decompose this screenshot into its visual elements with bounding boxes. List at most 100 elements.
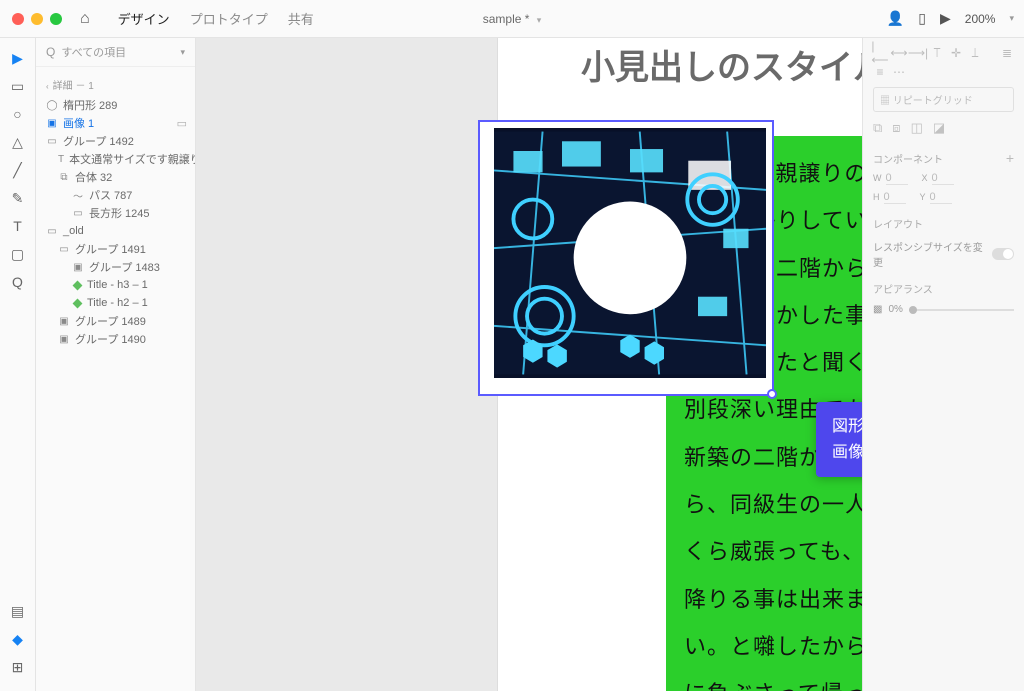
folder-icon: ▣ xyxy=(58,334,70,345)
text-icon: T xyxy=(58,154,64,165)
user-icon[interactable]: 👤 xyxy=(887,10,904,27)
opacity-value[interactable]: 0% xyxy=(888,304,902,315)
align-bottom-icon[interactable]: ⟘ xyxy=(968,46,982,60)
text-tool[interactable]: T xyxy=(0,212,36,240)
tab-prototype[interactable]: プロトタイプ xyxy=(180,9,278,28)
resize-handle[interactable] xyxy=(767,389,777,399)
layer-group-1490[interactable]: ▣グループ 1490 xyxy=(36,330,195,348)
window-controls xyxy=(0,13,74,25)
layer-path-787[interactable]: 〜パス 787 xyxy=(36,186,195,204)
layer-group-1491[interactable]: ▭グループ 1491 xyxy=(36,240,195,258)
align-top-icon[interactable]: ⟙ xyxy=(930,46,944,60)
tab-design[interactable]: デザイン xyxy=(108,9,180,28)
zoom-tool[interactable]: Q xyxy=(0,268,36,296)
device-preview-icon[interactable]: ▯ xyxy=(918,10,926,27)
distribute-h-icon[interactable]: ≣ xyxy=(1000,46,1014,60)
play-icon[interactable]: ▶ xyxy=(940,10,951,27)
layers-icon[interactable]: ◆ xyxy=(0,625,36,653)
maximize-window-button[interactable] xyxy=(50,13,62,25)
folder-icon: ▭ xyxy=(46,136,58,147)
opacity-row: ▩ 0% xyxy=(873,304,1014,315)
subtract-icon[interactable]: ⧈ xyxy=(892,120,900,136)
folder-icon: ▭ xyxy=(58,244,70,255)
boolean-ops: ⧉ ⧈ ◫ ◪ xyxy=(873,120,1014,136)
selected-image-layer[interactable] xyxy=(478,120,774,396)
home-icon[interactable]: ⌂ xyxy=(80,10,90,28)
titlebar: ⌂ デザイン プロトタイプ 共有 sample * ▾ 👤 ▯ ▶ 200% ▾ xyxy=(0,0,1024,38)
grid-icon: ▦ xyxy=(880,96,893,107)
folder-icon: ▭ xyxy=(46,226,58,237)
layout-section-label: レイアウト xyxy=(873,216,1014,231)
layer-rect-1245[interactable]: ▭長方形 1245 xyxy=(36,204,195,222)
zoom-level[interactable]: 200% xyxy=(965,12,996,26)
chevron-down-icon: ▾ xyxy=(180,47,185,58)
align-controls: |⟵ ⟷ ⟶| ⟙ ✛ ⟘ ≣ ≡ ⋯ xyxy=(873,46,1014,79)
path-icon: 〜 xyxy=(72,188,84,203)
image-content xyxy=(494,128,766,378)
libraries-icon[interactable]: ▤ xyxy=(0,597,36,625)
union-icon: ⧉ xyxy=(58,172,70,183)
canvas[interactable]: 小見出しのスタイルです イズです親譲りの無鉄砲で ら損ばかりしている。小学 分学… xyxy=(196,38,862,691)
align-left-icon[interactable]: |⟵ xyxy=(873,46,887,60)
layer-title-h3[interactable]: Title - h3 – 1 xyxy=(36,276,195,294)
polygon-tool[interactable]: △ xyxy=(0,128,36,156)
union-icon[interactable]: ⧉ xyxy=(873,120,882,136)
h-label: H xyxy=(873,192,880,202)
rectangle-tool[interactable]: ▭ xyxy=(0,72,36,100)
width-input[interactable]: 0 xyxy=(886,172,908,185)
folder-icon: ▣ xyxy=(58,316,70,327)
layer-title-h2[interactable]: Title - h2 – 1 xyxy=(36,294,195,312)
component-icon xyxy=(73,298,83,308)
layer-group-1492[interactable]: ▭グループ 1492 xyxy=(36,132,195,150)
layer-breadcrumb[interactable]: ‹詳細 － 1 xyxy=(36,73,195,96)
layer-search[interactable]: Q すべての項目 ▾ xyxy=(36,38,195,67)
tab-share[interactable]: 共有 xyxy=(278,9,324,28)
responsive-toggle[interactable] xyxy=(992,248,1014,260)
x-input[interactable]: 0 xyxy=(932,172,954,185)
transform-wh: W0 X0 xyxy=(873,172,1014,185)
tech-graphic-icon xyxy=(494,128,766,378)
layer-group-1489[interactable]: ▣グループ 1489 xyxy=(36,312,195,330)
chevron-down-icon[interactable]: ▾ xyxy=(1009,13,1014,24)
topbar-right: 👤 ▯ ▶ 200% ▾ xyxy=(887,10,1014,27)
layers-panel: Q すべての項目 ▾ ‹詳細 － 1 ◯楕円形 289 ▣画像 1▭ ▭グループ… xyxy=(36,38,196,691)
ellipse-icon: ◯ xyxy=(46,100,58,111)
intersect-icon[interactable]: ◫ xyxy=(911,120,923,136)
folder-icon[interactable]: ▭ xyxy=(177,117,187,130)
distribute-v-icon[interactable]: ≡ xyxy=(873,65,887,79)
y-input[interactable]: 0 xyxy=(930,191,952,204)
chevron-down-icon: ▾ xyxy=(537,15,542,25)
pen-tool[interactable]: ✎ xyxy=(0,184,36,212)
line-tool[interactable]: ╱ xyxy=(0,156,36,184)
ellipse-tool[interactable]: ○ xyxy=(0,100,36,128)
artboard-tool[interactable]: ▢ xyxy=(0,240,36,268)
layer-image[interactable]: ▣画像 1▭ xyxy=(36,114,195,132)
add-component-icon[interactable]: + xyxy=(1006,150,1014,166)
search-placeholder: すべての項目 xyxy=(61,44,180,60)
align-center-h-icon[interactable]: ⟷ xyxy=(892,46,906,60)
more-align-icon[interactable]: ⋯ xyxy=(892,65,906,79)
mode-tabs: デザイン プロトタイプ 共有 xyxy=(108,9,324,28)
document-name: sample * xyxy=(483,12,530,26)
layer-bodytext[interactable]: T本文通常サイズです親譲りの無… xyxy=(36,150,195,168)
layer-group-1483[interactable]: ▣グループ 1483 xyxy=(36,258,195,276)
layer-ellipse[interactable]: ◯楕円形 289 xyxy=(36,96,195,114)
exclude-icon[interactable]: ◪ xyxy=(933,120,945,136)
height-input[interactable]: 0 xyxy=(884,191,906,204)
plugins-icon[interactable]: ⊞ xyxy=(0,653,36,681)
opacity-slider[interactable] xyxy=(909,309,1014,311)
layer-old-folder[interactable]: ▭_old xyxy=(36,222,195,240)
instruction-callout: 図形レイヤーを上、 画像レイヤーを下に配置します xyxy=(816,402,862,477)
align-middle-icon[interactable]: ✛ xyxy=(949,46,963,60)
responsive-label: レスポンシブサイズを変更 xyxy=(873,239,992,269)
artboard-heading[interactable]: 小見出しのスタイルです xyxy=(498,40,862,89)
repeat-grid-button[interactable]: ▦ リピートグリッド xyxy=(873,87,1014,112)
close-window-button[interactable] xyxy=(12,13,24,25)
tool-rail: ▶ ▭ ○ △ ╱ ✎ T ▢ Q ▤ ◆ ⊞ xyxy=(0,38,36,691)
align-right-icon[interactable]: ⟶| xyxy=(911,46,925,60)
select-tool[interactable]: ▶ xyxy=(0,44,36,72)
document-title[interactable]: sample * ▾ xyxy=(483,12,542,26)
callout-line-1: 図形レイヤーを上、 xyxy=(832,414,862,440)
layer-union-32[interactable]: ⧉合体 32 xyxy=(36,168,195,186)
minimize-window-button[interactable] xyxy=(31,13,43,25)
